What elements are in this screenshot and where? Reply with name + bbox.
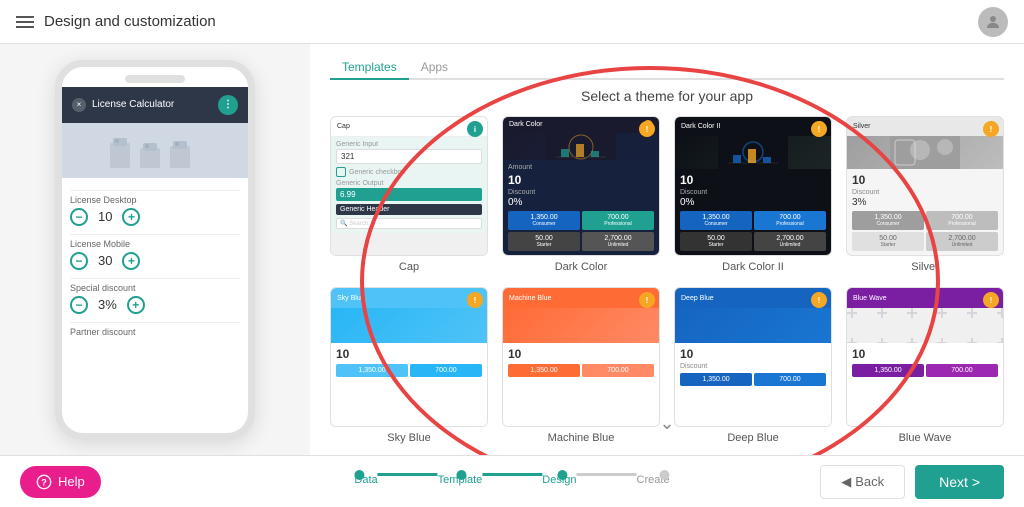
next-label: Next > xyxy=(939,474,980,490)
avatar[interactable] xyxy=(978,7,1008,37)
mobile-label: License Mobile xyxy=(70,239,240,249)
theme-card-wave[interactable]: ! Blue Wave 10 1,350.00 xyxy=(846,287,1004,444)
desktop-minus[interactable]: − xyxy=(70,208,88,226)
back-label: Back xyxy=(855,474,884,489)
phone-topbar-left: × License Calculator xyxy=(72,98,174,112)
app-name-label: License Calculator xyxy=(92,99,174,110)
phone-content: License Desktop − 10 + License Mobile − xyxy=(62,178,248,348)
discount-value: 3% xyxy=(98,297,117,312)
theme-badge-cap: i xyxy=(467,121,483,137)
main-content: × License Calculator ⋮ xyxy=(0,44,1024,455)
phone-topbar: × License Calculator ⋮ xyxy=(62,87,248,123)
theme-name-machine: Machine Blue xyxy=(548,432,615,444)
theme-badge-machine: ! xyxy=(639,292,655,308)
theme-thumbnail-deep: ! Deep Blue 10 Discount xyxy=(674,287,832,427)
desktop-value: 10 xyxy=(98,209,112,224)
mobile-stepper: − 30 + xyxy=(70,252,140,270)
desktop-plus[interactable]: + xyxy=(122,208,140,226)
tab-apps[interactable]: Apps xyxy=(409,56,460,80)
theme-card-silver[interactable]: ! Silver xyxy=(846,116,1004,273)
theme-thumbnail-cap: i Cap Generic Input 321 xyxy=(330,116,488,256)
phone-notch xyxy=(125,75,185,83)
desktop-label: License Desktop xyxy=(70,195,240,205)
theme-card-dark[interactable]: ! Dark Color xyxy=(502,116,660,273)
phone-frame: × License Calculator ⋮ xyxy=(55,60,255,440)
theme-badge-dark2: ! xyxy=(811,121,827,137)
theme-thumbnail-silver: ! Silver xyxy=(846,116,1004,256)
help-icon: ? xyxy=(36,474,52,490)
theme-thumbnail-sky: ! Sky Blue 10 1,350.00 xyxy=(330,287,488,427)
phone-preview: × License Calculator ⋮ xyxy=(0,44,310,455)
theme-thumbnail-wave: ! Blue Wave 10 1,350.00 xyxy=(846,287,1004,427)
tab-strip: Templates Apps xyxy=(330,56,1004,80)
desktop-stepper: − 10 + xyxy=(70,208,140,226)
theme-badge-dark: ! xyxy=(639,121,655,137)
next-button[interactable]: Next > xyxy=(915,465,1004,499)
footer: ? Help Data Template Design Create ◀ xyxy=(0,455,1024,507)
scroll-indicator: ⌄ xyxy=(659,413,674,434)
theme-grid: i Cap Generic Input 321 xyxy=(330,116,1004,444)
theme-name-wave: Blue Wave xyxy=(899,432,952,444)
theme-card-sky[interactable]: ! Sky Blue 10 1,350.00 xyxy=(330,287,488,444)
discount-minus[interactable]: − xyxy=(70,296,88,314)
theme-name-sky: Sky Blue xyxy=(387,432,430,444)
mobile-plus[interactable]: + xyxy=(122,252,140,270)
mobile-minus[interactable]: − xyxy=(70,252,88,270)
help-button[interactable]: ? Help xyxy=(20,466,101,498)
theme-card-machine[interactable]: ! Machine Blue 10 1,350.00 xyxy=(502,287,660,444)
dot-1 xyxy=(354,470,364,480)
more-options-button[interactable]: ⋮ xyxy=(218,95,238,115)
theme-badge-deep: ! xyxy=(811,292,827,308)
theme-card-dark2[interactable]: ! Dark Color II xyxy=(674,116,832,273)
progress-steps: Data Template Design Create xyxy=(354,473,669,490)
dot-2 xyxy=(456,470,466,480)
discount-row: − 3% + xyxy=(70,296,240,314)
dot-4 xyxy=(660,470,670,480)
discount-plus[interactable]: + xyxy=(127,296,145,314)
close-button[interactable]: × xyxy=(72,98,86,112)
discount-stepper: − 3% + xyxy=(70,296,145,314)
progress-dots xyxy=(354,470,669,480)
theme-thumbnail-machine: ! Machine Blue 10 1,350.00 xyxy=(502,287,660,427)
theme-badge-sky: ! xyxy=(467,292,483,308)
theme-thumbnail-dark: ! Dark Color xyxy=(502,116,660,256)
theme-name-dark: Dark Color xyxy=(555,261,608,273)
mobile-value: 30 xyxy=(98,253,112,268)
theme-card-deep[interactable]: ! Deep Blue 10 Discount xyxy=(674,287,832,444)
desktop-row: − 10 + xyxy=(70,208,240,226)
back-button[interactable]: ◀ Back xyxy=(820,465,905,499)
tab-templates[interactable]: Templates xyxy=(330,56,409,80)
theme-panel-inner: Templates Apps Select a theme for your a… xyxy=(330,56,1004,444)
menu-icon[interactable] xyxy=(16,16,34,28)
back-icon: ◀ xyxy=(841,474,851,490)
theme-card-cap[interactable]: i Cap Generic Input 321 xyxy=(330,116,488,273)
header: Design and customization xyxy=(0,0,1024,44)
theme-panel: Templates Apps Select a theme for your a… xyxy=(310,44,1024,455)
theme-badge-silver: ! xyxy=(983,121,999,137)
theme-name-deep: Deep Blue xyxy=(727,432,778,444)
discount-label: Special discount xyxy=(70,283,240,293)
app-title: Design and customization xyxy=(44,13,216,30)
theme-name-cap: Cap xyxy=(399,261,419,273)
phone-inner: × License Calculator ⋮ xyxy=(62,87,248,433)
theme-badge-wave: ! xyxy=(983,292,999,308)
svg-text:?: ? xyxy=(41,477,47,487)
header-left: Design and customization xyxy=(16,13,216,30)
dot-3 xyxy=(558,470,568,480)
theme-thumbnail-dark2: ! Dark Color II xyxy=(674,116,832,256)
theme-name-silver: Silver xyxy=(911,261,939,273)
mobile-row: − 30 + xyxy=(70,252,240,270)
phone-banner xyxy=(62,123,248,178)
partner-label: Partner discount xyxy=(70,327,240,337)
theme-select-title: Select a theme for your app xyxy=(330,88,1004,104)
theme-name-dark2: Dark Color II xyxy=(722,261,784,273)
footer-actions: ◀ Back Next > xyxy=(820,465,1004,499)
